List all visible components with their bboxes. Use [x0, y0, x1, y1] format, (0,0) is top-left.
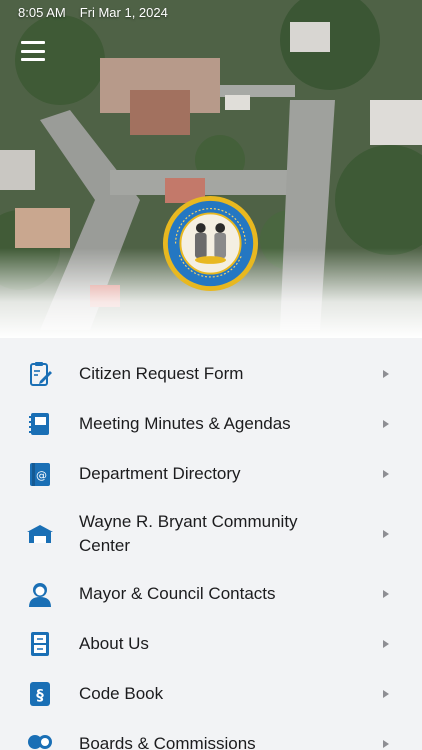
address-book-icon: @ [30, 463, 50, 486]
menu-item-label: Wayne R. Bryant Community Center [79, 512, 298, 555]
chevron-right-icon [383, 740, 389, 748]
notebook-icon [29, 413, 49, 435]
borough-seal-logo [162, 195, 259, 292]
menu-item-label: Meeting Minutes & Agendas [79, 414, 291, 433]
chevron-right-icon [383, 530, 389, 538]
svg-text:@: @ [36, 469, 47, 482]
svg-text:§: § [36, 686, 44, 704]
header-banner: 8:05 AM Fri Mar 1, 2024 [0, 0, 422, 338]
group-icon [28, 735, 52, 749]
menu-item-label: About Us [79, 634, 149, 653]
menu-item-mayor-council[interactable]: Mayor & Council Contacts [0, 569, 422, 619]
menu-item-meeting-minutes[interactable]: Meeting Minutes & Agendas [0, 399, 422, 449]
menu-item-code-book[interactable]: § Code Book [0, 669, 422, 719]
menu-item-community-center[interactable]: Wayne R. Bryant Community Center [0, 499, 422, 569]
menu-item-label: Boards & Commissions [79, 734, 256, 750]
menu-item-label: Citizen Request Form [79, 364, 244, 383]
file-cabinet-icon [31, 632, 49, 656]
chevron-right-icon [383, 640, 389, 648]
menu-item-boards-commissions[interactable]: Boards & Commissions [0, 719, 422, 750]
chevron-right-icon [383, 590, 389, 598]
chevron-right-icon [383, 470, 389, 478]
section-book-icon: § [30, 682, 50, 706]
menu-item-citizen-request[interactable]: Citizen Request Form [0, 349, 422, 399]
status-bar: 8:05 AM Fri Mar 1, 2024 [0, 0, 422, 24]
menu-item-label: Code Book [79, 684, 164, 703]
chevron-right-icon [383, 690, 389, 698]
menu-list: Citizen Request Form Meeting Minutes & A… [0, 338, 422, 750]
menu-item-about-us[interactable]: About Us [0, 619, 422, 669]
chevron-right-icon [383, 420, 389, 428]
menu-item-label: Mayor & Council Contacts [79, 584, 276, 603]
clipboard-edit-icon [30, 362, 52, 386]
person-icon [29, 583, 51, 607]
hamburger-icon[interactable] [21, 41, 45, 61]
menu-item-department-directory[interactable]: @ Department Directory [0, 449, 422, 499]
status-date: Fri Mar 1, 2024 [79, 4, 168, 20]
chevron-right-icon [383, 370, 389, 378]
building-icon [27, 525, 53, 543]
status-time: 8:05 AM [18, 4, 66, 20]
menu-item-label: Department Directory [79, 464, 241, 483]
